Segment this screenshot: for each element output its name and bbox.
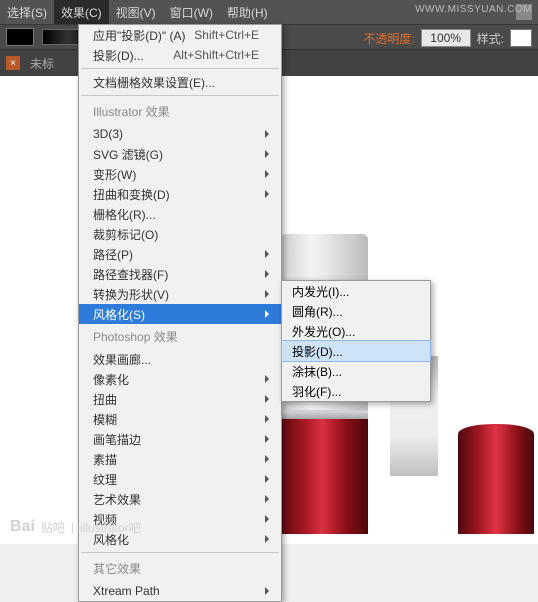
menu-item-label: Xtream Path bbox=[93, 584, 160, 598]
artwork-cylinder-red-bottom bbox=[280, 410, 368, 534]
document-tab[interactable]: 未标 bbox=[30, 55, 54, 72]
baidu-watermark: Bai 贴吧 | illustrator吧 bbox=[10, 518, 141, 536]
menu-header-other: 其它效果 bbox=[79, 556, 281, 581]
menu-item-label: SVG 滤镜(G) bbox=[93, 146, 163, 163]
menu-item[interactable]: Xtream Path bbox=[79, 581, 281, 601]
close-tab-button[interactable]: × bbox=[6, 56, 20, 70]
url-watermark: WWW.MISSYUAN.COM bbox=[415, 4, 532, 15]
watermark-text: illustrator吧 bbox=[80, 519, 141, 536]
menu-item[interactable]: 像素化 bbox=[79, 369, 281, 389]
effects-menu: 应用"投影(D)" (A) Shift+Ctrl+E 投影(D)... Alt+… bbox=[78, 24, 282, 602]
menu-separator bbox=[81, 68, 279, 69]
menu-item[interactable]: 扭曲和变换(D) bbox=[79, 184, 281, 204]
menu-item[interactable]: 效果画廊... bbox=[79, 349, 281, 369]
menu-item-label: 栅格化(R)... bbox=[93, 206, 156, 223]
menu-item-shortcut: Shift+Ctrl+E bbox=[194, 28, 259, 42]
opacity-label: 不透明度: bbox=[363, 30, 414, 47]
watermark-brand2: 贴吧 bbox=[41, 519, 65, 536]
menu-item-label: 路径(P) bbox=[93, 246, 133, 263]
menu-item-label: 变形(W) bbox=[93, 166, 136, 183]
menubar-item[interactable]: 帮助(H) bbox=[220, 0, 275, 24]
menu-item[interactable]: 扭曲 bbox=[79, 389, 281, 409]
menu-last-effect[interactable]: 投影(D)... Alt+Shift+Ctrl+E bbox=[79, 45, 281, 65]
menubar-item[interactable]: 效果(C) bbox=[54, 0, 109, 24]
menu-header-illustrator: Illustrator 效果 bbox=[79, 99, 281, 124]
submenu-item[interactable]: 羽化(F)... bbox=[282, 381, 430, 401]
topbar-right: WWW.MISSYUAN.COM bbox=[516, 0, 538, 24]
menu-separator bbox=[81, 95, 279, 96]
menu-item[interactable]: 画笔描边 bbox=[79, 429, 281, 449]
opacity-input[interactable]: 100% bbox=[421, 29, 471, 47]
menu-item-label: 投影(D)... bbox=[93, 47, 144, 64]
submenu-item[interactable]: 外发光(O)... bbox=[282, 321, 430, 341]
menu-item-label: 扭曲 bbox=[93, 391, 117, 408]
menubar-item[interactable]: 窗口(W) bbox=[163, 0, 220, 24]
menu-item-label: 纹理 bbox=[93, 471, 117, 488]
menu-item-label: 转换为形状(V) bbox=[93, 286, 169, 303]
submenu-item[interactable]: 投影(D)... bbox=[282, 341, 430, 361]
menu-item-shortcut: Alt+Shift+Ctrl+E bbox=[173, 48, 259, 62]
menu-item-label: 模糊 bbox=[93, 411, 117, 428]
submenu-item[interactable]: 内发光(I)... bbox=[282, 281, 430, 301]
menu-item-label: 文档栅格效果设置(E)... bbox=[93, 74, 215, 91]
menu-item[interactable]: 栅格化(R)... bbox=[79, 204, 281, 224]
menu-item-label: 像素化 bbox=[93, 371, 129, 388]
menu-item[interactable]: 3D(3) bbox=[79, 124, 281, 144]
menubar-item[interactable]: 选择(S) bbox=[0, 0, 54, 24]
artwork-cylinder-red-right bbox=[458, 424, 534, 534]
menu-item[interactable]: 纹理 bbox=[79, 469, 281, 489]
menu-item[interactable]: 转换为形状(V) bbox=[79, 284, 281, 304]
menu-item[interactable]: 风格化(S) bbox=[79, 304, 281, 324]
menu-separator bbox=[81, 552, 279, 553]
menu-item[interactable]: 路径(P) bbox=[79, 244, 281, 264]
menu-apply-last-effect[interactable]: 应用"投影(D)" (A) Shift+Ctrl+E bbox=[79, 25, 281, 45]
menu-item-label: 路径查找器(F) bbox=[93, 266, 168, 283]
menu-header-photoshop: Photoshop 效果 bbox=[79, 324, 281, 349]
submenu-item[interactable]: 涂抹(B)... bbox=[282, 361, 430, 381]
menu-item-label: 素描 bbox=[93, 451, 117, 468]
fill-color-well[interactable] bbox=[6, 28, 34, 46]
menu-item-label: 裁剪标记(O) bbox=[93, 226, 158, 243]
style-well[interactable] bbox=[510, 29, 532, 47]
menu-item-label: 扭曲和变换(D) bbox=[93, 186, 170, 203]
menu-raster-settings[interactable]: 文档栅格效果设置(E)... bbox=[79, 72, 281, 92]
menu-item-label: 画笔描边 bbox=[93, 431, 141, 448]
submenu-item[interactable]: 圆角(R)... bbox=[282, 301, 430, 321]
menu-item[interactable]: 变形(W) bbox=[79, 164, 281, 184]
menu-item-label: 应用"投影(D)" (A) bbox=[93, 27, 186, 44]
menu-item-label: 3D(3) bbox=[93, 127, 123, 141]
menu-item[interactable]: 艺术效果 bbox=[79, 489, 281, 509]
menubar-item[interactable]: 视图(V) bbox=[109, 0, 163, 24]
menu-item[interactable]: 路径查找器(F) bbox=[79, 264, 281, 284]
menu-item[interactable]: 裁剪标记(O) bbox=[79, 224, 281, 244]
menu-item-label: 风格化(S) bbox=[93, 306, 145, 323]
stylize-submenu: 内发光(I)...圆角(R)...外发光(O)...投影(D)...涂抹(B).… bbox=[281, 280, 431, 402]
style-label: 样式: bbox=[477, 30, 504, 47]
menu-item-label: 效果画廊... bbox=[93, 351, 151, 368]
watermark-brand: Bai bbox=[10, 518, 35, 536]
menu-item[interactable]: 素描 bbox=[79, 449, 281, 469]
menu-item[interactable]: 模糊 bbox=[79, 409, 281, 429]
menu-item-label: 艺术效果 bbox=[93, 491, 141, 508]
menu-item[interactable]: SVG 滤镜(G) bbox=[79, 144, 281, 164]
menubar: 选择(S)效果(C)视图(V)窗口(W)帮助(H) WWW.MISSYUAN.C… bbox=[0, 0, 538, 24]
